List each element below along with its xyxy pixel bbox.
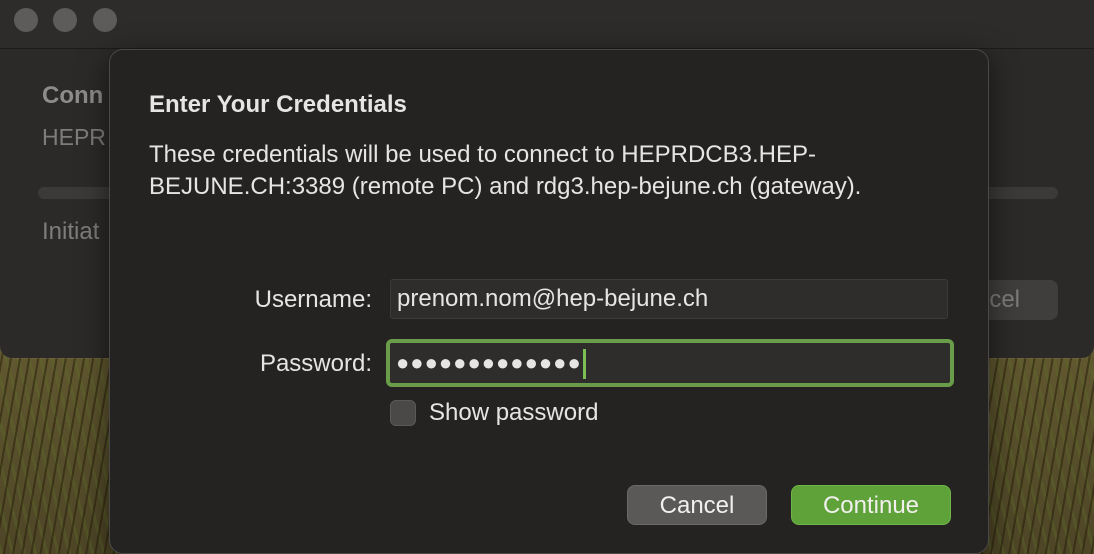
connection-host: HEPR [42, 124, 106, 150]
password-value: ●●●●●●●●●●●●● [396, 350, 582, 375]
username-label: Username: [254, 286, 372, 313]
dialog-description: These credentials will be used to connec… [149, 141, 862, 200]
window-titlebar [0, 0, 1094, 49]
minimize-window-button[interactable] [53, 8, 77, 32]
password-field[interactable]: ●●●●●●●●●●●●● [386, 339, 954, 387]
continue-button[interactable]: Continue [791, 485, 951, 525]
dialog-title: Enter Your Credentials [149, 91, 407, 118]
connection-status: Initiat [42, 218, 100, 245]
show-password-checkbox[interactable] [390, 400, 416, 426]
credentials-dialog: Enter Your Credentials These credentials… [109, 49, 989, 554]
cancel-button[interactable]: Cancel [627, 485, 767, 525]
close-window-button[interactable] [14, 8, 38, 32]
connection-title: Conn [42, 82, 104, 109]
show-password-label[interactable]: Show password [429, 399, 598, 427]
password-label: Password: [259, 350, 372, 377]
username-value: prenom.nom@hep-bejune.ch [397, 285, 709, 312]
username-field[interactable]: prenom.nom@hep-bejune.ch [390, 279, 948, 319]
text-cursor [582, 348, 586, 379]
zoom-window-button[interactable] [93, 8, 117, 32]
